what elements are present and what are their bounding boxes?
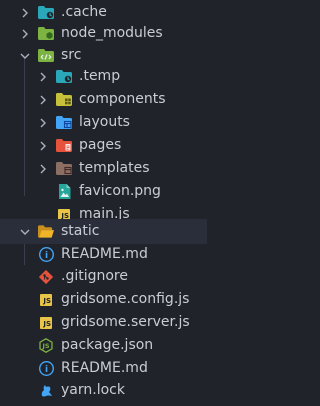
tree-item-label: gridsome.server.js (61, 314, 190, 330)
tree-item-gridsome-server-js[interactable]: JS gridsome.server.js (0, 310, 207, 335)
chevron-right-icon[interactable] (38, 95, 48, 105)
tree-item-gitignore[interactable]: .gitignore (0, 264, 207, 289)
templates-folder-icon (56, 162, 72, 176)
node-folder-icon (38, 27, 54, 41)
tree-item-label: pages (79, 137, 122, 153)
tree-item-templates[interactable]: templates (0, 156, 207, 181)
file-explorer: .cache node_modules src .temp components… (0, 0, 207, 406)
tree-item-label: templates (79, 160, 150, 176)
tree-item-yarn-lock[interactable]: yarn.lock (0, 378, 207, 403)
npm-package-icon: JS (38, 338, 54, 353)
js-file-icon: JS (38, 316, 54, 330)
tree-item-label: static (61, 223, 100, 239)
chevron-right-icon[interactable] (20, 8, 30, 18)
tree-item-favicon-png[interactable]: favicon.png (0, 179, 207, 204)
temp-folder-icon (56, 70, 72, 84)
layouts-folder-icon (56, 116, 72, 130)
tree-item-label: .gitignore (61, 268, 128, 284)
tree-item-label: yarn.lock (61, 382, 125, 398)
js-file-icon: JS (38, 293, 54, 307)
static-folder-open-icon (38, 225, 54, 239)
cache-folder-icon (38, 6, 54, 20)
chevron-right-icon[interactable] (38, 141, 48, 151)
tree-item-package-json[interactable]: JS package.json (0, 333, 207, 358)
chevron-right-icon[interactable] (38, 72, 48, 82)
tree-item-label: package.json (61, 337, 154, 353)
image-file-icon (56, 184, 72, 199)
chevron-down-icon[interactable] (20, 51, 30, 61)
src-folder-open-icon (38, 49, 54, 63)
tree-item-components[interactable]: components (0, 87, 207, 112)
tree-item-label: layouts (79, 114, 130, 130)
chevron-down-icon[interactable] (20, 227, 30, 237)
chevron-right-icon[interactable] (38, 164, 48, 174)
tree-item-layouts[interactable]: layouts (0, 110, 207, 135)
pages-folder-icon (56, 139, 72, 153)
chevron-right-icon[interactable] (20, 29, 30, 39)
svg-text:JS: JS (41, 342, 49, 350)
tree-item-static[interactable]: static (0, 219, 207, 244)
components-folder-icon (56, 93, 72, 107)
tree-item-label: gridsome.config.js (61, 291, 190, 307)
tree-item-pages[interactable]: pages (0, 133, 207, 158)
git-file-icon (38, 269, 54, 284)
markdown-file-icon: i (38, 361, 54, 376)
chevron-right-icon[interactable] (38, 118, 48, 128)
tree-item-label: .temp (79, 68, 121, 84)
tree-item-label: favicon.png (79, 183, 161, 199)
yarn-lock-icon (38, 384, 54, 398)
svg-text:i: i (44, 365, 47, 375)
tree-item-gridsome-config-js[interactable]: JS gridsome.config.js (0, 287, 207, 312)
markdown-file-icon: i (38, 247, 54, 262)
tree-item-temp[interactable]: .temp (0, 64, 207, 89)
tree-item-label: components (79, 91, 166, 107)
svg-text:i: i (44, 251, 47, 261)
